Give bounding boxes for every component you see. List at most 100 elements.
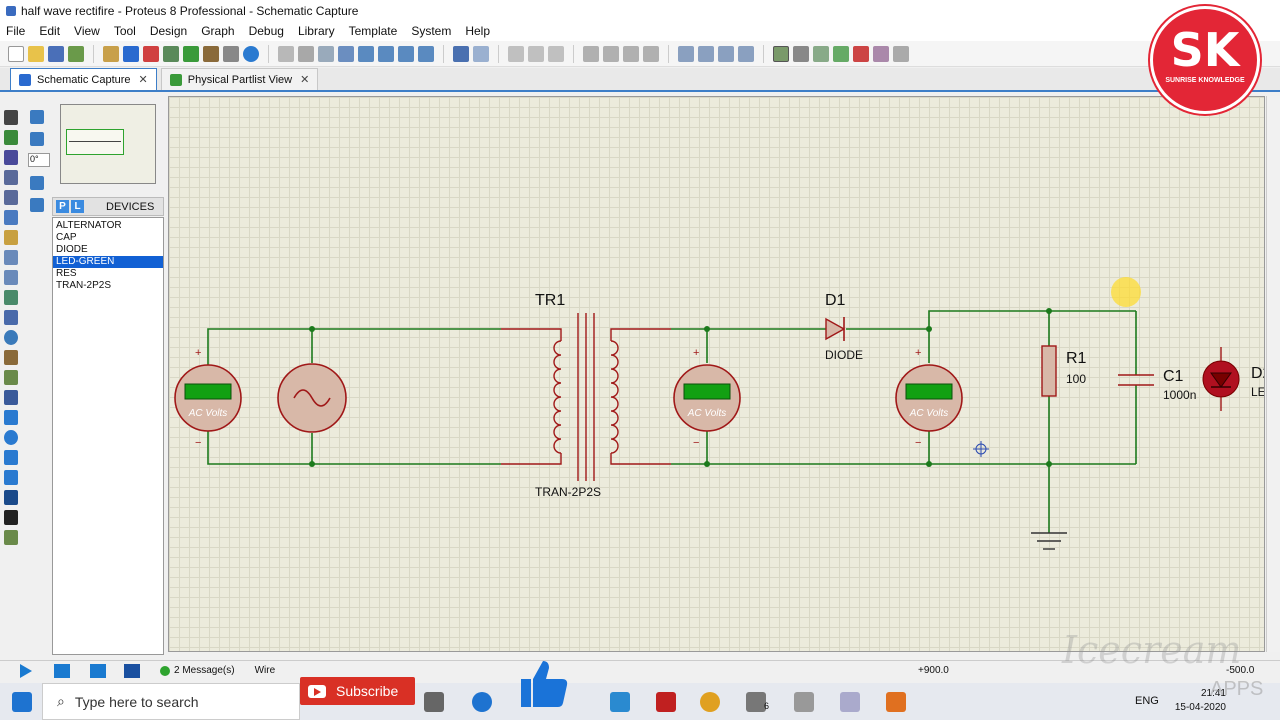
wire[interactable] [207, 328, 501, 366]
language-indicator[interactable]: ENG [1135, 695, 1159, 707]
new-file-icon[interactable] [8, 45, 24, 62]
copy-icon[interactable] [528, 45, 544, 62]
zoom-in-icon[interactable] [358, 45, 374, 62]
pcb-icon[interactable] [143, 45, 159, 62]
wire-label-icon[interactable] [4, 170, 18, 185]
library-manager-button[interactable]: L [71, 200, 84, 213]
mirror-x-icon[interactable] [30, 176, 44, 190]
cut-icon[interactable] [508, 45, 524, 62]
export-icon[interactable] [893, 45, 909, 62]
wire[interactable] [501, 328, 562, 341]
refresh-icon[interactable] [278, 45, 294, 62]
notes-icon[interactable] [223, 45, 239, 62]
import-icon[interactable] [68, 45, 84, 62]
new-sheet-icon[interactable] [833, 45, 849, 62]
subcircuit-icon[interactable] [4, 230, 18, 245]
app-window-icon[interactable] [840, 692, 860, 712]
terminals-icon[interactable] [4, 250, 18, 265]
pan-icon[interactable] [338, 45, 354, 62]
redo-icon[interactable] [473, 45, 489, 62]
decompose-icon[interactable] [718, 45, 734, 62]
menu-help[interactable]: Help [465, 24, 490, 38]
device-item[interactable]: ALTERNATOR [53, 220, 163, 232]
mcafee-icon[interactable] [656, 692, 676, 712]
paste-icon[interactable] [548, 45, 564, 62]
diode-d1[interactable] [825, 317, 846, 341]
voltage-probe-icon[interactable] [4, 350, 18, 365]
component-mode-icon[interactable] [4, 130, 18, 145]
thumbs-up-icon[interactable] [515, 655, 571, 711]
origin-icon[interactable] [318, 45, 334, 62]
edge-icon[interactable] [472, 692, 492, 712]
circle-icon[interactable] [4, 430, 18, 445]
wire[interactable] [501, 453, 562, 465]
menu-edit[interactable]: Edit [39, 24, 60, 38]
box-icon[interactable] [4, 410, 18, 425]
ac-source[interactable] [277, 363, 347, 433]
text-icon[interactable] [4, 490, 18, 505]
symbol-icon[interactable] [4, 510, 18, 525]
zoom-area-icon[interactable] [418, 45, 434, 62]
overview-window[interactable] [60, 104, 156, 184]
proteus-icon[interactable] [794, 692, 814, 712]
message-status[interactable]: 2 Message(s) [160, 665, 235, 676]
taskbar-search[interactable]: ⌕ Type here to search [42, 683, 300, 720]
tab-schematic-capture[interactable]: Schematic Capture ✕ [10, 68, 157, 90]
arc-icon[interactable] [4, 450, 18, 465]
wire[interactable] [207, 431, 501, 465]
goto-sheet-icon[interactable] [873, 45, 889, 62]
packaging-icon[interactable] [738, 45, 754, 62]
save-icon[interactable] [48, 45, 64, 62]
buses-icon[interactable] [4, 210, 18, 225]
store-icon[interactable] [610, 692, 630, 712]
play-icon[interactable] [20, 663, 32, 678]
gerber-icon[interactable] [183, 45, 199, 62]
task-view-icon[interactable] [424, 692, 444, 712]
undo-icon[interactable] [453, 45, 469, 62]
virtual-instrument-icon[interactable] [4, 370, 18, 385]
menu-graph[interactable]: Graph [201, 24, 234, 38]
wire[interactable] [610, 453, 671, 465]
wire-autorouter-icon[interactable] [773, 45, 789, 62]
vertical-scrollbar[interactable] [1266, 96, 1280, 652]
zoom-out-icon[interactable] [378, 45, 394, 62]
close-icon[interactable]: ✕ [300, 73, 309, 86]
close-icon[interactable]: ✕ [139, 73, 148, 86]
block-copy-icon[interactable] [583, 45, 599, 62]
tape-recorder-icon[interactable] [4, 310, 18, 325]
device-item[interactable]: RES [53, 268, 163, 280]
block-delete-icon[interactable] [643, 45, 659, 62]
stop-icon[interactable] [124, 663, 140, 678]
schematic-canvas[interactable]: AC Volts + − TR1 TRAN-2P2S AC Volts + − [168, 96, 1265, 652]
pause-icon[interactable] [90, 663, 106, 678]
zoom-all-icon[interactable] [398, 45, 414, 62]
led-d2[interactable] [1202, 347, 1240, 411]
marker-icon[interactable] [4, 530, 18, 545]
device-pins-icon[interactable] [4, 270, 18, 285]
menu-library[interactable]: Library [298, 24, 335, 38]
menu-debug[interactable]: Debug [249, 24, 284, 38]
block-rotate-icon[interactable] [623, 45, 639, 62]
device-item[interactable]: CAP [53, 232, 163, 244]
device-item[interactable]: DIODE [53, 244, 163, 256]
menu-template[interactable]: Template [349, 24, 398, 38]
line-icon[interactable] [4, 390, 18, 405]
menu-tool[interactable]: Tool [114, 24, 136, 38]
remove-sheet-icon[interactable] [853, 45, 869, 62]
device-item-selected[interactable]: LED-GREEN [53, 256, 163, 268]
resistor-r1[interactable] [1041, 345, 1057, 397]
rotate-ccw-icon[interactable] [30, 132, 44, 146]
generator-icon[interactable] [4, 330, 18, 345]
path-icon[interactable] [4, 470, 18, 485]
grid-icon[interactable] [298, 45, 314, 62]
pick-devices-button[interactable]: P [56, 200, 69, 213]
mail-icon[interactable] [746, 692, 766, 712]
open-folder-icon[interactable] [28, 45, 44, 62]
rotate-cw-icon[interactable] [30, 110, 44, 124]
text-script-icon[interactable] [4, 190, 18, 205]
pick-device-icon[interactable] [678, 45, 694, 62]
selection-mode-icon[interactable] [4, 110, 18, 125]
search-parts-icon[interactable] [793, 45, 809, 62]
menu-system[interactable]: System [411, 24, 451, 38]
menu-design[interactable]: Design [150, 24, 187, 38]
